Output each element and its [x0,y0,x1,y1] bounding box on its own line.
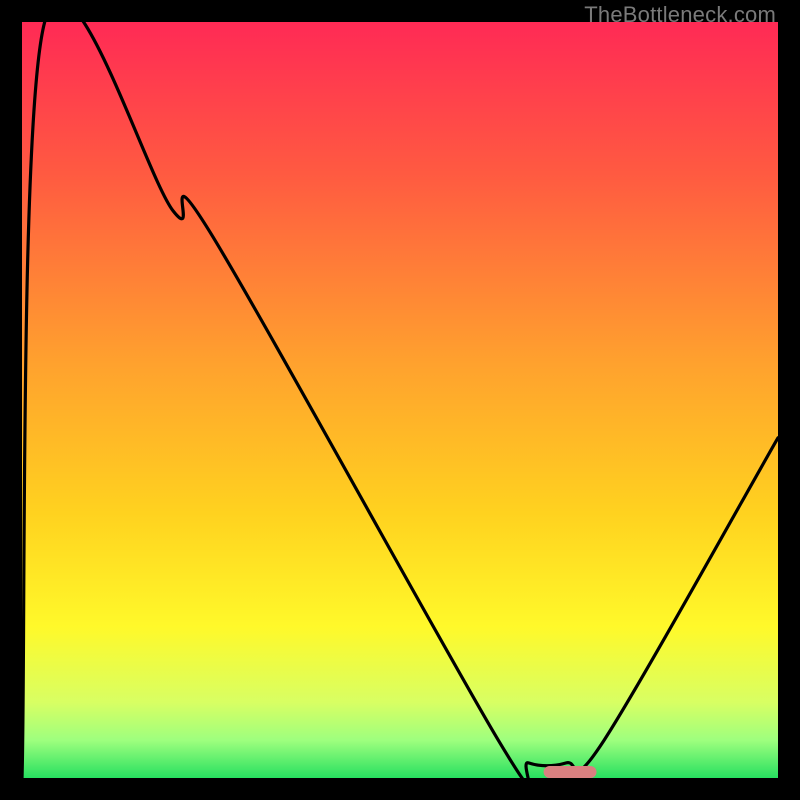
chart-frame [22,22,778,778]
chart-svg [22,22,778,778]
minimum-marker [544,766,597,778]
chart-background [22,22,778,778]
